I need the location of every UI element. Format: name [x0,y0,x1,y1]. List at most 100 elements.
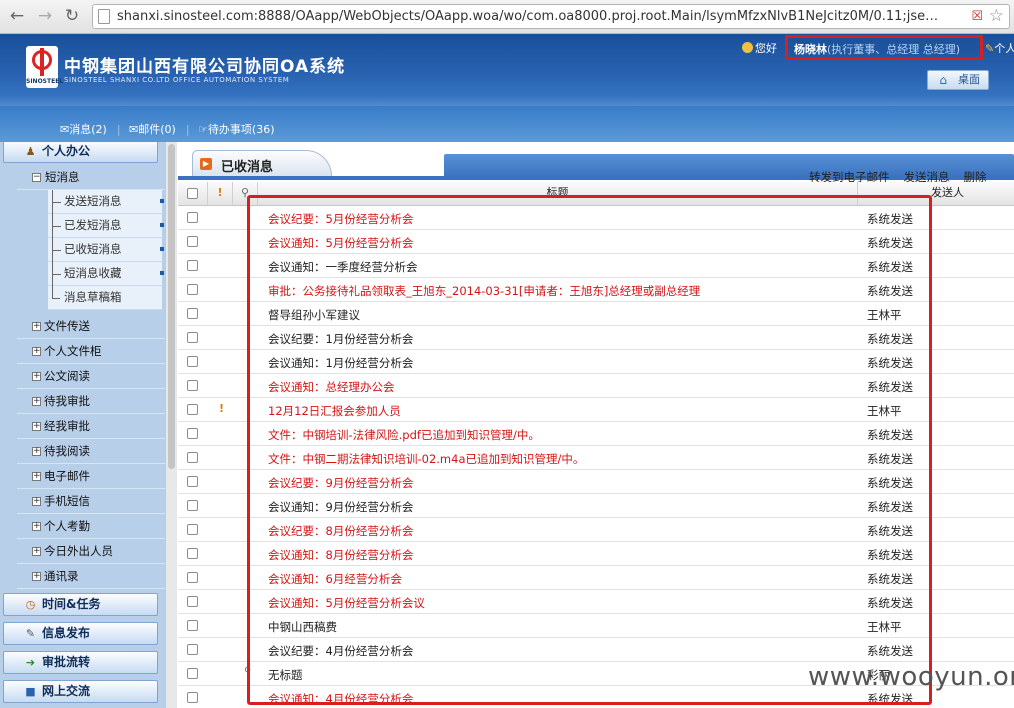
importance-column-icon[interactable]: ! [208,182,233,206]
sidebar-item-sms[interactable]: − 短消息 [17,166,165,190]
table-row[interactable]: 会议通知：1月份经营分析会 系统发送 [178,350,1014,374]
sidebar-item-received-sms[interactable]: 已收短消息 [48,238,164,262]
url-text[interactable]: shanxi.sinosteel.com:8888/OAapp/WebObjec… [117,9,957,24]
table-row[interactable]: 会议通知：9月份经营分析会 系统发送 [178,494,1014,518]
row-checkbox[interactable] [187,524,198,535]
reload-icon[interactable]: ↻ [61,5,83,27]
category-info-publish[interactable]: ✎ 信息发布 [3,622,158,645]
table-row[interactable]: 会议纪要：4月份经营分析会 系统发送 [178,638,1014,662]
message-title[interactable]: 文件：中钢二期法律知识培训-02.m4a已追加到知识管理/中。 [268,451,584,467]
table-row[interactable]: 会议纪要：9月份经营分析会 系统发送 [178,470,1014,494]
blocked-popup-icon[interactable]: ☒ [971,9,983,24]
expand-icon[interactable]: + [32,422,41,431]
message-title[interactable]: 无标题 [268,667,303,683]
forward-icon[interactable]: → [34,5,56,27]
expand-icon[interactable]: + [32,397,41,406]
category-online-chat[interactable]: ■ 网上交流 [3,680,158,703]
row-checkbox[interactable] [187,548,198,559]
message-title[interactable]: 会议通知：9月份经营分析会 [268,499,413,515]
message-title[interactable]: 会议纪要：5月份经营分析会 [268,211,413,227]
row-checkbox[interactable] [187,476,198,487]
row-checkbox[interactable] [187,284,198,295]
expand-icon[interactable]: + [32,447,41,456]
message-title[interactable]: 审批：公务接待礼品领取表_王旭东_2014-03-31[申请者：王旭东]总经理或… [268,283,700,299]
sidebar-item-send-sms[interactable]: 发送短消息 [48,190,164,214]
attachment-column-icon[interactable]: ⚲ [233,182,258,206]
row-checkbox[interactable] [187,236,198,247]
row-checkbox[interactable] [187,212,198,223]
message-title[interactable]: 会议纪要：9月份经营分析会 [268,475,413,491]
personal-link[interactable]: ✎个人 [985,40,1014,56]
table-row[interactable]: 会议通知：一季度经营分析会 系统发送 [178,254,1014,278]
expand-icon[interactable]: + [32,372,41,381]
current-user[interactable]: 杨晓林(执行董事、总经理 总经理) [785,35,983,60]
row-checkbox[interactable] [187,620,198,631]
sidebar-item-file-transfer[interactable]: + 文件传送 [17,315,165,339]
message-title[interactable]: 会议纪要：8月份经营分析会 [268,523,413,539]
expand-icon[interactable]: + [32,322,41,331]
sidebar-item-mobile-sms[interactable]: + 手机短信 [17,490,165,514]
row-checkbox[interactable] [187,692,198,703]
sidebar-item-attendance[interactable]: + 个人考勤 [17,515,165,539]
message-title[interactable]: 会议通知：8月份经营分析会 [268,547,413,563]
sidebar-item-sent-sms[interactable]: 已发短消息 [48,214,164,238]
sidebar-item-personal-files[interactable]: + 个人文件柜 [17,340,165,364]
table-row[interactable]: 审批：公务接待礼品领取表_王旭东_2014-03-31[申请者：王旭东]总经理或… [178,278,1014,302]
sidebar-item-address-book[interactable]: + 通讯录 [17,565,165,589]
category-approval-flow[interactable]: ➔ 审批流转 [3,651,158,674]
row-checkbox[interactable] [187,668,198,679]
table-row[interactable]: 会议纪要：5月份经营分析会 系统发送 [178,206,1014,230]
message-title[interactable]: 督导组孙小军建议 [268,307,360,323]
expand-icon[interactable]: + [32,472,41,481]
row-checkbox[interactable] [187,644,198,655]
collapse-icon[interactable]: − [32,173,41,182]
tab-received-messages[interactable]: ▶ 已收消息 [192,150,332,176]
row-checkbox[interactable] [187,356,198,367]
row-checkbox[interactable] [187,596,198,607]
mail-link[interactable]: ✉邮件(0) [129,123,181,136]
message-title[interactable]: 文件：中钢培训-法律风险.pdf已追加到知识管理/中。 [268,427,540,443]
expand-icon[interactable]: + [32,497,41,506]
message-title[interactable]: 会议通知：总经理办公会 [268,379,395,395]
sidebar-item-drafts[interactable]: 消息草稿箱 [48,286,162,310]
row-checkbox[interactable] [187,308,198,319]
sidebar-item-pending-approval[interactable]: + 待我审批 [17,390,165,414]
category-personal-office[interactable]: ♟ 个人办公 [3,142,158,163]
row-checkbox[interactable] [187,572,198,583]
message-title[interactable]: 12月12日汇报会参加人员 [268,403,401,419]
row-checkbox[interactable] [187,404,198,415]
table-row[interactable]: 会议通知：6月经营分析会 系统发送 [178,566,1014,590]
row-checkbox[interactable] [187,500,198,511]
bookmark-star-icon[interactable]: ☆ [989,6,1004,26]
table-row[interactable]: 会议通知：8月份经营分析会 系统发送 [178,542,1014,566]
row-checkbox[interactable] [187,332,198,343]
message-title[interactable]: 会议通知：1月份经营分析会 [268,355,413,371]
table-row[interactable]: 会议纪要：1月份经营分析会 系统发送 [178,326,1014,350]
sidebar-item-sms-favorites[interactable]: 短消息收藏 [48,262,164,286]
message-title[interactable]: 会议通知：5月份经营分析会 [268,235,413,251]
category-time-tasks[interactable]: ◷ 时间&任务 [3,593,158,616]
expand-icon[interactable]: + [32,572,41,581]
table-row[interactable]: 会议通知：5月份经营分析会 系统发送 [178,230,1014,254]
message-title[interactable]: 会议通知：4月份经营分析会 [268,691,413,707]
expand-icon[interactable]: + [32,522,41,531]
col-title[interactable]: 标题 [258,182,858,206]
table-row[interactable]: 会议通知：总经理办公会 系统发送 [178,374,1014,398]
table-row[interactable]: 文件：中钢培训-法律风险.pdf已追加到知识管理/中。 系统发送 [178,422,1014,446]
sidebar-item-out-today[interactable]: + 今日外出人员 [17,540,165,564]
table-row[interactable]: 会议通知：5月份经营分析会议 系统发送 [178,590,1014,614]
row-checkbox[interactable] [187,260,198,271]
sidebar-item-pending-reading[interactable]: + 待我阅读 [17,440,165,464]
table-row[interactable]: 督导组孙小军建议 王林平 [178,302,1014,326]
message-link[interactable]: ✉消息(2) [60,123,112,136]
message-title[interactable]: 会议纪要：4月份经营分析会 [268,643,413,659]
address-bar[interactable]: shanxi.sinosteel.com:8888/OAapp/WebObjec… [92,4,1010,29]
sidebar-item-email[interactable]: + 电子邮件 [17,465,165,489]
expand-icon[interactable]: + [32,547,41,556]
sidebar-scrollbar[interactable] [165,142,177,708]
todo-link[interactable]: ☞待办事项(36) [198,123,279,136]
message-title[interactable]: 会议通知：5月份经营分析会议 [268,595,425,611]
col-sender[interactable]: 发送人 [858,182,1014,206]
expand-icon[interactable]: + [32,347,41,356]
table-row[interactable]: 会议纪要：8月份经营分析会 系统发送 [178,518,1014,542]
